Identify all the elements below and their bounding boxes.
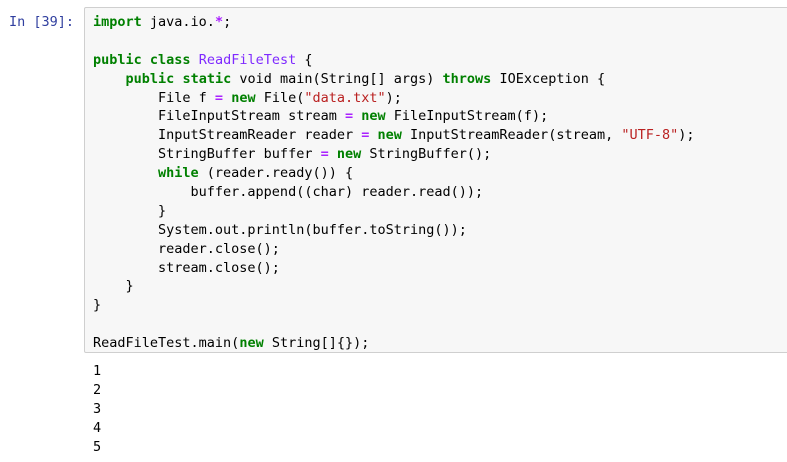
code-token: stream.close(); [93, 259, 280, 276]
output-line: 5 [93, 439, 102, 455]
code-token: = [214, 89, 224, 106]
code-line: buffer.append((char) reader.read()); [93, 183, 695, 202]
code-token: ); [385, 89, 402, 106]
code-token: StringBuffer buffer [93, 146, 321, 163]
code-token: reader.close(); [93, 240, 280, 257]
code-token: public [125, 70, 175, 87]
output-line: 1 [93, 363, 102, 379]
code-token: new [239, 335, 264, 352]
output-line: 4 [93, 420, 102, 436]
code-line: File f = new File("data.txt"); [93, 89, 695, 108]
code-token: File( [255, 89, 305, 106]
code-token: new [336, 146, 362, 163]
code-token: while [158, 165, 199, 182]
code-line: while (reader.ready()) { [93, 164, 695, 183]
code-token: ReadFileTest [198, 51, 297, 68]
code-token: StringBuffer(); [361, 146, 492, 163]
code-token: new [377, 127, 402, 144]
code-line: StringBuffer buffer = new StringBuffer()… [93, 145, 695, 164]
code-token: ); [678, 127, 695, 144]
code-token: = [320, 146, 329, 163]
code-token: * [214, 14, 224, 30]
code-line: ReadFileTest.main(new String[]{}); [93, 334, 695, 353]
code-line: FileInputStream stream = new FileInputSt… [93, 107, 695, 126]
code-line: InputStreamReader reader = new InputStre… [93, 126, 695, 145]
code-token: buffer.append((char) reader.read()); [93, 184, 484, 201]
code-token: IOException { [491, 70, 606, 87]
code-token: new [231, 89, 256, 106]
code-token: new [361, 108, 386, 125]
code-line: System.out.println(buffer.toString()); [93, 221, 695, 240]
code-token: public [93, 51, 142, 68]
code-line: } [93, 296, 695, 315]
code-token: { [296, 51, 313, 68]
code-token: import [93, 14, 142, 30]
code-token: InputStreamReader(stream, [401, 127, 622, 144]
code-token: "UTF-8" [621, 127, 679, 144]
code-token: } [93, 297, 102, 314]
code-token: System.out.println(buffer.toString()); [93, 221, 467, 238]
code-token: ReadFileTest.main( [93, 335, 240, 352]
code-token: throws [442, 70, 492, 87]
code-line: } [93, 277, 695, 296]
code-token: FileInputStream(f); [385, 108, 549, 125]
code-token: File f [93, 89, 215, 106]
code-editor[interactable]: import java.io.*; public class ReadFileTe… [93, 13, 695, 353]
code-token: String[]{}); [263, 335, 370, 352]
input-prompt: In [39]: [9, 14, 75, 30]
code-token: (reader.ready()) { [198, 165, 354, 182]
code-line: reader.close(); [93, 240, 695, 259]
code-token: } [93, 202, 167, 219]
code-token: "data.txt" [304, 89, 386, 106]
code-token: void main(String[] args) [231, 70, 443, 87]
code-token: = [344, 108, 354, 125]
code-token: static [182, 70, 232, 87]
code-token: } [93, 278, 134, 295]
code-token: class [149, 51, 191, 68]
code-line: } [93, 202, 695, 221]
code-token: InputStreamReader reader [93, 127, 362, 144]
code-line: public static void main(String[] args) t… [93, 70, 695, 89]
code-line: stream.close(); [93, 259, 695, 278]
code-token: FileInputStream stream [93, 108, 345, 125]
code-line: public class ReadFileTest { [93, 51, 695, 70]
output-line: 3 [93, 401, 102, 417]
cell-output: 1 2 3 4 5 [93, 362, 101, 457]
code-token: java.io. [141, 14, 215, 30]
output-line: 2 [93, 382, 102, 398]
code-token: ; [223, 14, 232, 30]
code-line: import java.io.*; [93, 13, 695, 32]
